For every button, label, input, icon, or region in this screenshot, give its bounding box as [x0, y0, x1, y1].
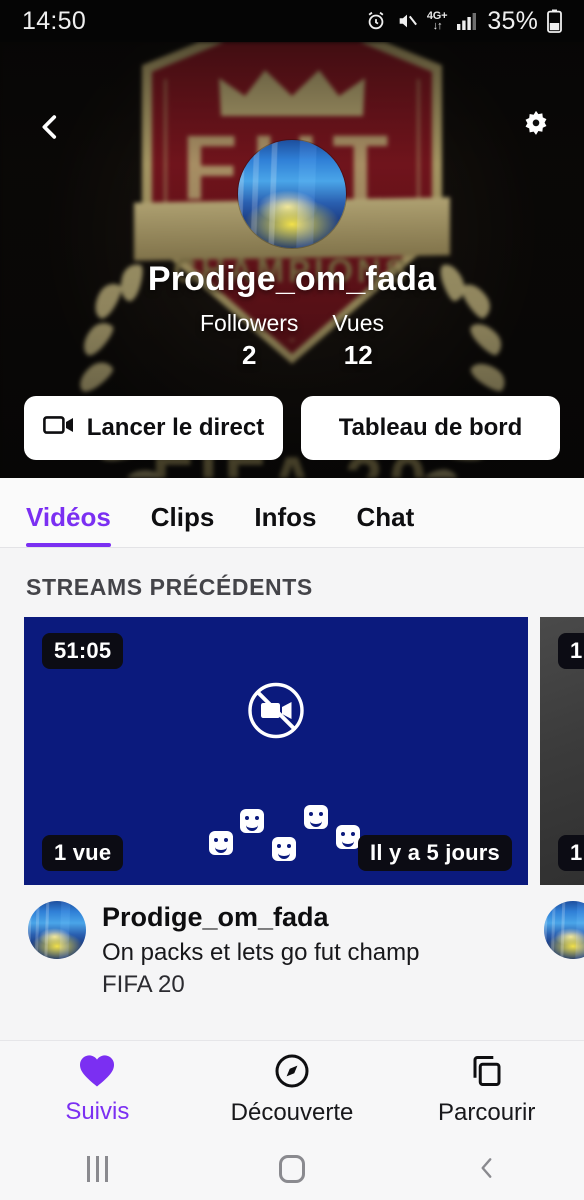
video-thumbnail[interactable]: 1:3 1 v — [540, 617, 584, 885]
app-screen: 14:50 4G+ ↓↑ 35% Prodige_om_fada Followe… — [0, 0, 584, 1200]
video-channel-avatar[interactable] — [28, 901, 86, 959]
nav-label-suivis: Suivis — [65, 1097, 130, 1125]
video-duration-badge: 1:3 — [558, 633, 584, 669]
video-card[interactable]: 51:05 1 vue Il y a 5 jours Prodige_om_fa… — [24, 617, 528, 1002]
tab-videos[interactable]: Vidéos — [26, 502, 111, 547]
channel-username: Prodige_om_fada — [147, 260, 437, 298]
channel-header: FUT CHAMPIONS FIFA 20 — [0, 42, 584, 478]
network-4g-icon: 4G+ ↓↑ — [427, 10, 448, 32]
video-meta — [540, 885, 584, 959]
compass-icon — [274, 1053, 310, 1092]
home-icon — [279, 1155, 305, 1183]
stat-followers: Followers 2 — [200, 308, 298, 373]
face-icon — [240, 809, 264, 833]
dashboard-button[interactable]: Tableau de bord — [301, 396, 560, 460]
face-icon — [209, 831, 233, 855]
heart-icon — [78, 1054, 116, 1091]
video-views-badge: 1 vue — [42, 835, 124, 871]
recents-icon — [86, 1156, 108, 1182]
gear-icon — [517, 108, 555, 149]
status-bar-icons: 4G+ ↓↑ 35% — [365, 7, 562, 36]
system-navigation-bar — [0, 1138, 584, 1200]
face-icon — [304, 805, 328, 829]
section-title-past-streams: STREAMS PRÉCÉDENTS — [26, 574, 313, 600]
back-button[interactable] — [26, 104, 74, 152]
video-duration-badge: 51:05 — [42, 633, 124, 669]
mute-icon — [396, 10, 418, 32]
past-streams-rail[interactable]: 51:05 1 vue Il y a 5 jours Prodige_om_fa… — [0, 617, 584, 1002]
stat-followers-label: Followers — [200, 310, 299, 336]
tab-chat[interactable]: Chat — [356, 502, 414, 547]
video-published-badge: Il y a 5 jours — [358, 835, 512, 871]
alarm-icon — [365, 10, 387, 32]
battery-percent-label: 35% — [487, 6, 538, 35]
tab-clips[interactable]: Clips — [151, 502, 215, 547]
no-video-icon — [239, 674, 313, 753]
status-bar-clock: 14:50 — [22, 6, 87, 35]
stat-views-label: Vues — [332, 310, 384, 336]
recents-button[interactable] — [0, 1156, 195, 1182]
stacked-cards-icon — [469, 1053, 505, 1092]
channel-action-buttons: Lancer le direct Tableau de bord — [0, 396, 584, 460]
face-icon — [336, 825, 360, 849]
videos-panel: STREAMS PRÉCÉDENTS 51:05 1 vue Il y a 5 … — [0, 548, 584, 1040]
video-camera-icon — [42, 414, 75, 443]
channel-tabs: Vidéos Clips Infos Chat — [0, 478, 584, 548]
status-bar: 14:50 4G+ ↓↑ 35% — [0, 0, 584, 42]
video-channel-name[interactable]: Prodige_om_fada — [102, 901, 420, 935]
avatar[interactable] — [238, 140, 346, 248]
stat-views-value: 12 — [343, 340, 373, 371]
nav-label-decouverte: Découverte — [230, 1098, 354, 1126]
face-icon — [272, 837, 296, 861]
channel-stats: Followers 2 Vues 12 — [0, 308, 584, 373]
dashboard-label: Tableau de bord — [338, 414, 523, 441]
nav-label-parcourir: Parcourir — [438, 1098, 536, 1126]
video-thumbnail[interactable]: 51:05 1 vue Il y a 5 jours — [24, 617, 528, 885]
settings-button[interactable] — [510, 102, 562, 154]
go-live-label: Lancer le direct — [86, 414, 265, 441]
video-meta: Prodige_om_fada On packs et lets go fut … — [24, 885, 528, 1002]
video-views-badge: 1 v — [558, 835, 584, 871]
video-channel-avatar[interactable] — [544, 901, 584, 959]
network-arrows: ↓↑ — [432, 19, 443, 32]
video-card[interactable]: 1:3 1 v — [540, 617, 584, 1002]
stat-views: Vues 12 — [332, 308, 384, 373]
nav-item-suivis[interactable]: Suivis — [0, 1054, 195, 1126]
back-button[interactable] — [389, 1154, 584, 1185]
nav-item-parcourir[interactable]: Parcourir — [389, 1053, 584, 1127]
go-live-button[interactable]: Lancer le direct — [24, 396, 283, 460]
back-icon — [474, 1154, 500, 1185]
video-title: On packs et lets go fut champ — [102, 938, 420, 966]
stat-followers-value: 2 — [241, 340, 257, 371]
chevron-left-icon — [33, 110, 67, 147]
tab-infos[interactable]: Infos — [254, 502, 316, 547]
video-game-name[interactable]: FIFA 20 — [102, 969, 420, 1001]
signal-bars-icon — [456, 12, 478, 30]
nav-item-decouverte[interactable]: Découverte — [195, 1053, 390, 1127]
avatar-image — [238, 140, 346, 248]
bottom-navigation: Suivis Découverte Parcourir — [0, 1040, 584, 1138]
home-button[interactable] — [195, 1155, 390, 1183]
battery-icon — [547, 9, 562, 33]
